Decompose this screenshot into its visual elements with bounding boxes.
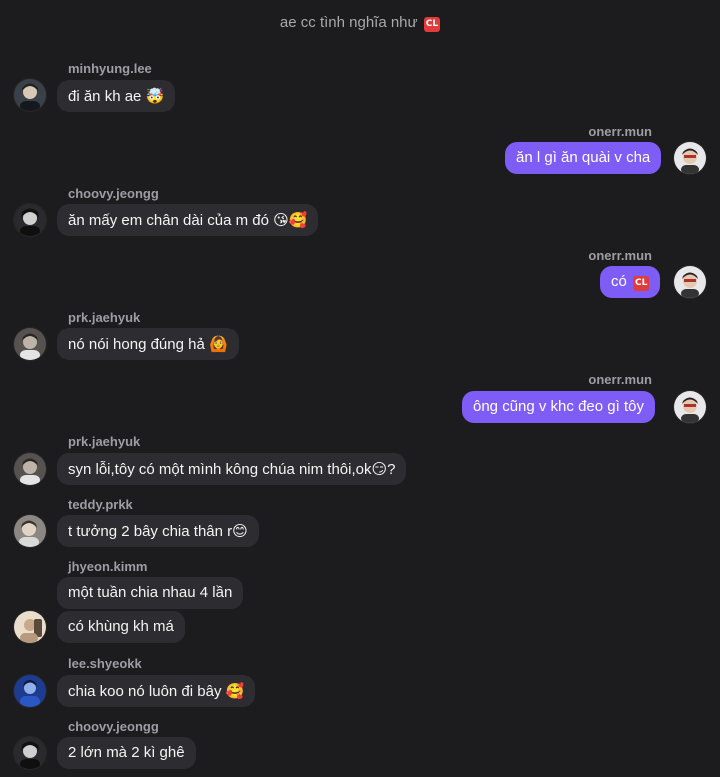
cl-badge-icon: CL	[633, 276, 650, 291]
person-gesturing-ok-emoji-icon: 🙆	[208, 335, 228, 353]
message-username: lee.shyeokk	[68, 656, 142, 671]
message-text: t tưởng 2 bây chia thân r	[68, 523, 233, 540]
message-text: nó nói hong đúng hả	[68, 336, 205, 353]
message-text: có khùng kh má	[68, 618, 174, 635]
message-text: một tuần chia nhau 4 lần	[68, 584, 233, 601]
message-text: syn lỗi,tôy có một mình kông chúa nim th…	[68, 461, 372, 478]
message-bubble[interactable]: có khùng kh má	[57, 611, 185, 643]
message-bubble[interactable]: nó nói hong đúng hả 🙆	[57, 328, 239, 360]
avatar[interactable]	[14, 328, 46, 360]
exploding-head-emoji-icon: 🤯	[145, 87, 165, 105]
message-username: onerr.mun	[588, 248, 652, 263]
message-username: minhyung.lee	[68, 61, 152, 76]
message-bubble[interactable]: có CL	[600, 266, 661, 298]
avatar[interactable]	[14, 453, 46, 485]
smiling-face-with-hearts-emoji-icon: 🥰	[225, 682, 245, 700]
kiss-and-love-emoji-icon: 😘🥰	[273, 211, 308, 229]
message-text-suffix: ?	[387, 461, 396, 478]
smirking-face-emoji-icon: 😏	[371, 460, 388, 478]
avatar[interactable]	[674, 391, 706, 423]
smiling-face-emoji-icon: 😊	[232, 522, 248, 540]
message-bubble[interactable]: ông cũng v khc đeo gì tôy	[462, 391, 655, 423]
avatar[interactable]	[14, 515, 46, 547]
message-bubble[interactable]: ăn mấy em chân dài của m đó 😘🥰	[57, 204, 319, 236]
message-username: prk.jaehyuk	[68, 434, 141, 449]
message-username: onerr.mun	[588, 124, 652, 139]
message-text: 2 lớn mà 2 kì ghê	[68, 744, 185, 761]
message-bubble[interactable]: syn lỗi,tôy có một mình kông chúa nim th…	[57, 453, 407, 485]
message-text: ăn l gì ăn quài v cha	[516, 149, 651, 166]
message-username: choovy.jeongg	[68, 719, 159, 734]
message-bubble[interactable]: t tưởng 2 bây chia thân r😊	[57, 515, 259, 547]
message-username: prk.jaehyuk	[68, 310, 141, 325]
message-username: choovy.jeongg	[68, 186, 159, 201]
message-text: có	[611, 273, 627, 290]
message-bubble[interactable]: 2 lớn mà 2 kì ghê	[57, 737, 196, 769]
message-username: onerr.mun	[588, 372, 652, 387]
message-text: chia koo nó luôn đi bây	[68, 683, 222, 700]
message-username: jhyeon.kimm	[68, 559, 148, 574]
message-bubble[interactable]: đi ăn kh ae 🤯	[57, 80, 176, 112]
avatar[interactable]	[14, 675, 46, 707]
chat-title: ae cc tình nghĩa như CL	[0, 14, 720, 32]
message-username: teddy.prkk	[68, 497, 133, 512]
avatar[interactable]	[14, 79, 46, 111]
avatar[interactable]	[674, 266, 706, 298]
chat-title-text: ae cc tình nghĩa như	[279, 14, 418, 31]
message-text: ăn mấy em chân dài của m đó	[68, 212, 269, 229]
message-text: ông cũng v khc đeo gì tôy	[473, 398, 644, 415]
message-text: đi ăn kh ae	[68, 88, 142, 105]
message-bubble[interactable]: ăn l gì ăn quài v cha	[505, 142, 662, 174]
message-bubble[interactable]: chia koo nó luôn đi bây 🥰	[57, 675, 256, 707]
avatar[interactable]	[674, 142, 706, 174]
cl-badge-icon: CL	[423, 17, 441, 32]
avatar[interactable]	[14, 204, 46, 236]
avatar[interactable]	[14, 737, 46, 769]
avatar[interactable]	[14, 611, 46, 643]
message-bubble[interactable]: một tuần chia nhau 4 lần	[57, 577, 244, 609]
